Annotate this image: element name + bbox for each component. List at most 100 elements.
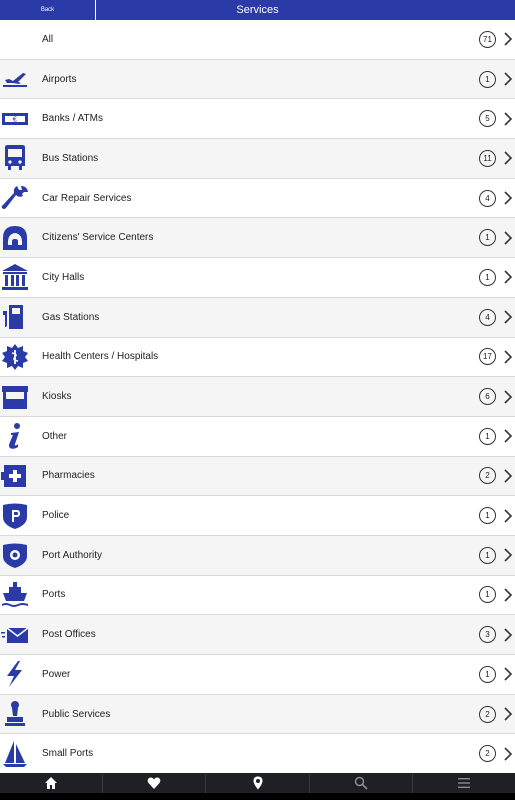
list-item-label: Airports	[42, 73, 77, 85]
info-icon	[0, 421, 30, 451]
list-item-airports[interactable]: Airports 1	[0, 59, 515, 100]
ship-icon	[0, 580, 30, 610]
list-item-label: Police	[42, 510, 70, 522]
stamp-icon	[0, 699, 30, 729]
tab-home[interactable]	[0, 773, 104, 793]
chevron-right-icon	[503, 151, 513, 165]
list-item-label: Kiosks	[42, 391, 72, 403]
tab-map[interactable]	[206, 773, 310, 793]
chevron-right-icon	[503, 112, 513, 126]
chevron-right-icon	[503, 707, 513, 721]
list-item-label: Health Centers / Hospitals	[42, 351, 159, 363]
count-badge: 1	[479, 586, 496, 604]
city-hall-icon	[0, 262, 30, 292]
plane-icon	[0, 64, 30, 94]
chevron-right-icon	[503, 72, 513, 86]
chevron-right-icon	[503, 429, 513, 443]
list-item-label: Post Offices	[42, 629, 96, 641]
bus-icon	[0, 143, 30, 173]
list-item-health-centers[interactable]: Health Centers / Hospitals 17	[0, 338, 515, 378]
chevron-right-icon	[503, 509, 513, 523]
chevron-right-icon	[503, 32, 513, 46]
chevron-right-icon	[503, 310, 513, 324]
count-badge: 2	[479, 745, 496, 763]
count-badge: 4	[479, 308, 496, 326]
list-item-all[interactable]: All 71	[0, 20, 515, 60]
wrench-icon	[0, 183, 30, 213]
count-badge: 1	[479, 665, 496, 683]
count-badge: 6	[479, 388, 496, 406]
count-badge: 17	[479, 348, 496, 366]
kiosk-icon	[0, 382, 30, 412]
home-icon	[45, 777, 58, 789]
list-item-label: Car Repair Services	[42, 192, 132, 204]
lightning-icon	[0, 659, 30, 689]
chevron-right-icon	[503, 628, 513, 642]
list-item-police[interactable]: Police 1	[0, 496, 515, 536]
svg-text:€: €	[13, 115, 17, 123]
list-item-label: Banks / ATMs	[42, 113, 103, 125]
list-item-pharmacies[interactable]: Pharmacies 2	[0, 456, 515, 497]
list-item-label: Small Ports	[42, 748, 94, 760]
count-badge: 11	[479, 149, 496, 167]
list-item-public-services[interactable]: Public Services 2	[0, 694, 515, 735]
count-badge: 1	[479, 229, 496, 247]
list-item-car-repair[interactable]: Car Repair Services 4	[0, 179, 515, 219]
list-item-banks[interactable]: € Banks / ATMs 5	[0, 99, 515, 140]
count-badge: 1	[479, 70, 496, 88]
list-item-label: Gas Stations	[42, 311, 100, 323]
list-item-label: City Halls	[42, 271, 85, 283]
chevron-right-icon	[503, 389, 513, 404]
list-item-kiosks[interactable]: Kiosks 6	[0, 377, 515, 417]
list-item-small-ports[interactable]: Small Ports 2	[0, 734, 515, 773]
port-authority-icon	[0, 540, 30, 570]
tab-favorites[interactable]	[103, 773, 207, 793]
list-item-label: Power	[42, 668, 71, 680]
count-badge: 2	[479, 467, 496, 485]
count-badge: 1	[479, 507, 496, 525]
count-badge: 71	[479, 30, 496, 48]
sailboat-icon	[0, 739, 30, 769]
chevron-right-icon	[503, 548, 513, 562]
list-item-gas-stations[interactable]: Gas Stations 4	[0, 297, 515, 338]
chevron-right-icon	[503, 469, 513, 483]
count-badge: 1	[479, 546, 496, 564]
list-item-label: Citizens' Service Centers	[42, 232, 154, 244]
list-item-port-authority[interactable]: Port Authority 1	[0, 535, 515, 576]
list-item-label: Other	[42, 430, 68, 442]
banknote-icon: €	[0, 104, 30, 134]
list-item-other[interactable]: Other 1	[0, 417, 515, 457]
search-icon	[354, 776, 368, 790]
chevron-right-icon	[503, 588, 513, 602]
count-badge: 1	[479, 268, 496, 286]
count-badge: 5	[479, 110, 496, 128]
pharmacy-icon	[0, 461, 30, 491]
system-bar	[0, 793, 515, 800]
list-item-city-halls[interactable]: City Halls 1	[0, 258, 515, 298]
chevron-right-icon	[503, 747, 513, 761]
count-badge: 1	[479, 427, 496, 445]
tab-menu[interactable]	[413, 773, 515, 793]
phone-icon	[0, 223, 30, 253]
top-bar: Back Services	[0, 0, 515, 20]
chevron-right-icon	[503, 667, 513, 681]
list-item-power[interactable]: Power 1	[0, 655, 515, 695]
tab-search[interactable]	[310, 773, 413, 793]
list-item-citizens-service[interactable]: Citizens' Service Centers 1	[0, 218, 515, 259]
mail-icon	[0, 620, 30, 650]
list-item-bus-stations[interactable]: Bus Stations 11	[0, 139, 515, 179]
chevron-right-icon	[503, 350, 513, 364]
services-list: All 71 Airports 1 € Banks / ATMs 5 Bus S…	[0, 20, 515, 773]
police-icon	[0, 501, 30, 531]
list-item-label: Port Authority	[42, 549, 103, 561]
chevron-right-icon	[503, 270, 513, 285]
list-item-label: Bus Stations	[42, 152, 99, 164]
menu-icon	[457, 778, 470, 788]
fuel-pump-icon	[0, 302, 30, 332]
back-button[interactable]: Back	[0, 0, 96, 20]
list-item-label: Public Services	[42, 708, 111, 720]
list-item-ports[interactable]: Ports 1	[0, 576, 515, 616]
list-item-post-offices[interactable]: Post Offices 3	[0, 615, 515, 655]
count-badge: 3	[479, 626, 496, 644]
chevron-right-icon	[503, 231, 513, 245]
